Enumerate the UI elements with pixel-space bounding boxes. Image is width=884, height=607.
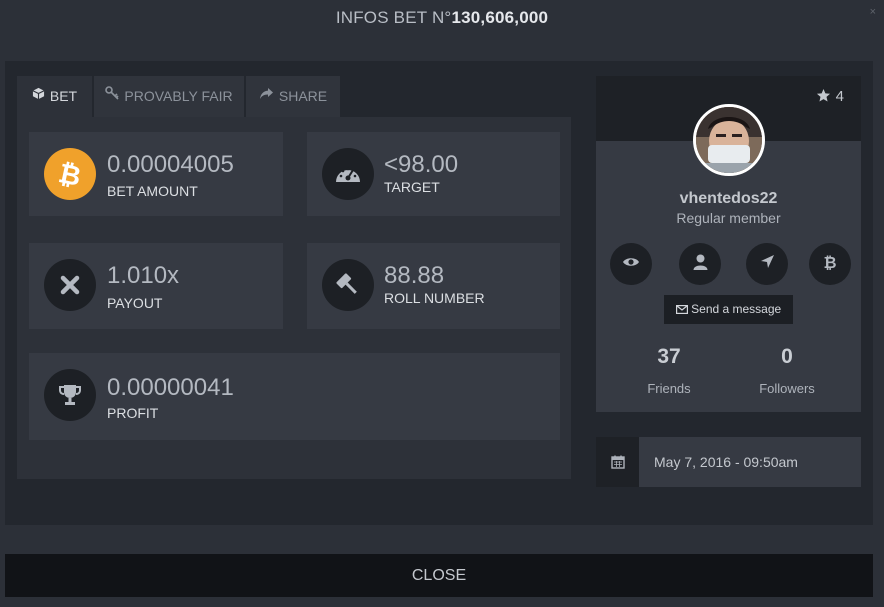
- share-arrow-icon: [259, 75, 274, 116]
- payout-label: PAYOUT: [107, 295, 163, 311]
- friends-label[interactable]: Friends: [619, 381, 719, 396]
- profit-label: PROFIT: [107, 405, 159, 421]
- gavel-icon: [322, 259, 374, 311]
- tab-provably-fair[interactable]: PROVABLY FAIR: [94, 76, 244, 117]
- roll-number-label: ROLL NUMBER: [384, 290, 485, 306]
- bet-number: 130,606,000: [451, 8, 549, 27]
- profit-value: 0.00000041: [107, 374, 234, 401]
- user-role: Regular member: [676, 210, 781, 226]
- key-icon: [105, 75, 119, 116]
- modal-title: INFOS BET N°130,606,000: [335, 8, 549, 27]
- star-icon: [816, 88, 835, 105]
- target-value: <98.00: [384, 151, 459, 178]
- trophy-icon: [44, 369, 96, 421]
- send-location-button[interactable]: [746, 243, 788, 285]
- bitcoin-icon: ₿: [823, 253, 837, 276]
- cube-icon: [32, 75, 45, 116]
- followers-label[interactable]: Followers: [737, 381, 837, 396]
- location-arrow-icon: [760, 254, 775, 274]
- bet-date: May 7, 2016 - 09:50am: [654, 454, 798, 470]
- close-icon[interactable]: ×: [870, 6, 876, 18]
- eye-icon: [622, 255, 640, 273]
- username[interactable]: vhentedos22: [596, 190, 861, 208]
- user-icon: [693, 254, 708, 275]
- friends-count: 37: [657, 345, 681, 368]
- send-message-button[interactable]: Send a message: [664, 295, 793, 324]
- star-count: 4: [835, 88, 844, 105]
- times-icon: [44, 259, 96, 311]
- svg-text:₿: ₿: [58, 159, 82, 189]
- bitcoin-icon: ₿: [44, 148, 96, 200]
- tab-bet[interactable]: BET: [17, 76, 92, 117]
- roll-number-value: 88.88: [384, 262, 445, 289]
- send-message-label: Send a message: [691, 302, 782, 316]
- speedometer-icon: [322, 148, 374, 200]
- star-rating: 4: [816, 88, 844, 105]
- user-info-button[interactable]: [679, 243, 721, 285]
- payout-value: 1.010x: [107, 262, 180, 289]
- followers-count: 0: [781, 345, 793, 368]
- bet-amount-value: 0.00004005: [107, 151, 234, 178]
- envelope-icon: [675, 302, 691, 316]
- svg-text:₿: ₿: [823, 253, 836, 271]
- target-label: TARGET: [384, 179, 440, 195]
- avatar[interactable]: [693, 104, 765, 176]
- tab-share[interactable]: SHARE: [246, 76, 340, 117]
- view-profile-button[interactable]: [610, 243, 652, 285]
- send-bitcoin-button[interactable]: ₿: [809, 243, 851, 285]
- bet-amount-label: BET AMOUNT: [107, 183, 198, 199]
- close-button[interactable]: CLOSE: [5, 554, 873, 597]
- calendar-icon: [596, 437, 639, 487]
